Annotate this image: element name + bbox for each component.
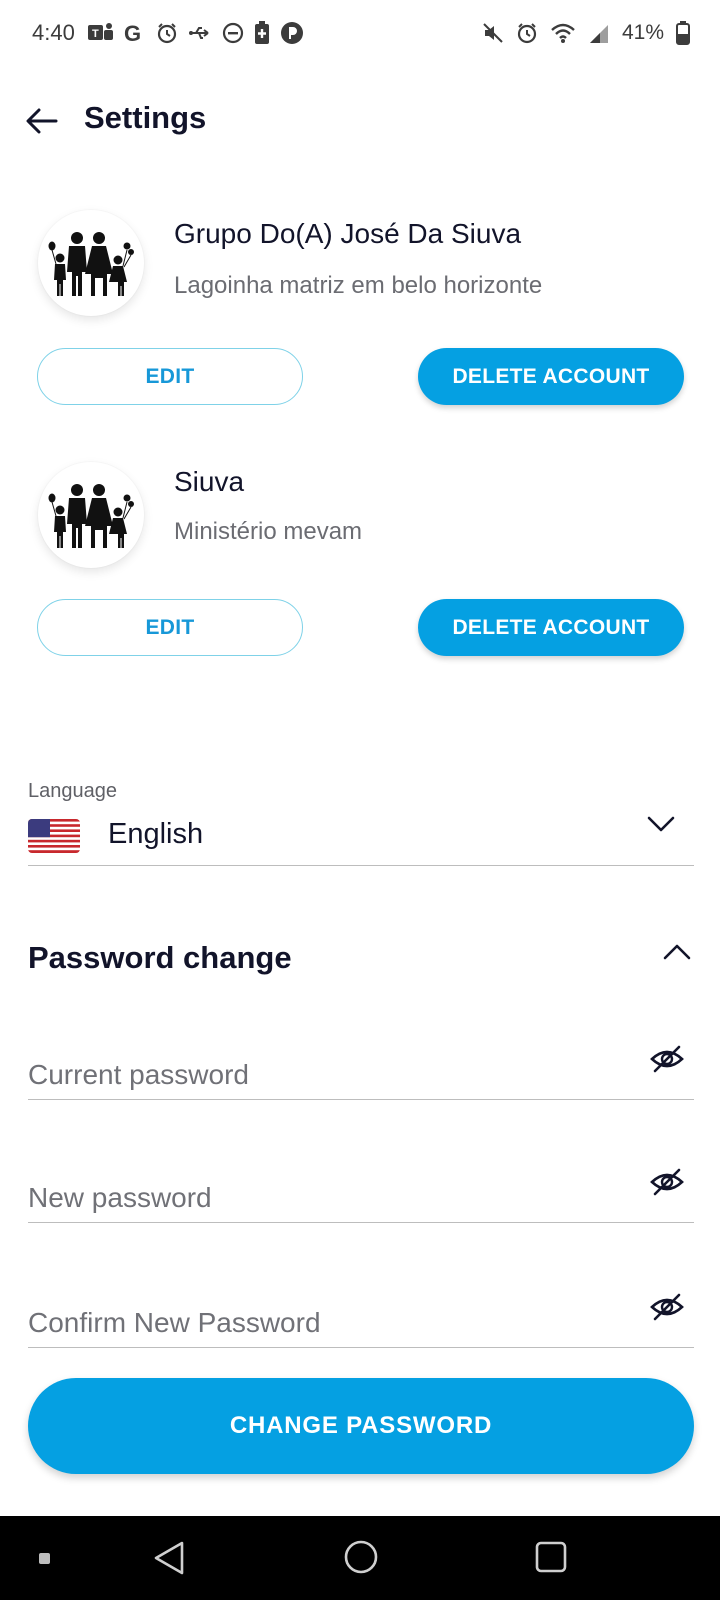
status-time: 4:40 (32, 20, 75, 45)
page-title: Settings (84, 100, 207, 135)
svg-text:T: T (92, 28, 99, 40)
dnd-icon (222, 22, 244, 44)
account-subtitle: Lagoinha matriz em belo horizonte (174, 272, 543, 299)
back-nav-icon[interactable] (152, 1540, 186, 1576)
eye-off-icon[interactable] (650, 1292, 684, 1322)
app-p-icon (281, 22, 303, 44)
delete-account-button[interactable]: DELETE ACCOUNT (418, 599, 684, 656)
language-select[interactable]: English (28, 810, 694, 866)
wifi-icon (551, 23, 575, 43)
usb-icon (189, 27, 209, 39)
language-label: Language (28, 780, 117, 802)
edit-account-button[interactable]: EDIT (37, 599, 303, 656)
chevron-up-icon[interactable] (662, 942, 692, 962)
svg-text:G: G (124, 22, 141, 44)
app-header: Settings (0, 90, 720, 152)
menu-dot-icon[interactable] (38, 1552, 52, 1566)
google-icon: G (124, 22, 141, 44)
edit-account-button[interactable]: EDIT (37, 348, 303, 405)
navigation-bar (0, 1516, 720, 1600)
current-password-input[interactable] (28, 1059, 608, 1091)
family-icon (48, 232, 134, 296)
home-nav-icon[interactable] (342, 1538, 380, 1576)
confirm-password-input[interactable] (28, 1307, 608, 1339)
account-name: Siuva (174, 466, 245, 497)
chevron-down-icon (647, 816, 675, 832)
eye-off-icon[interactable] (650, 1044, 684, 1074)
status-left-icons: T G (88, 20, 304, 46)
arrow-left-icon[interactable] (24, 104, 60, 138)
current-password-field (28, 1034, 694, 1100)
avatar (38, 462, 144, 568)
family-icon (48, 484, 134, 548)
account-subtitle: Ministério mevam (174, 518, 363, 545)
alarm-icon (517, 23, 537, 44)
language-value: English (108, 818, 204, 850)
account-name: Grupo Do(A) José Da Siuva (174, 218, 522, 249)
battery-saver-icon (255, 21, 269, 44)
account-card: Siuva Ministério mevam EDIT DELETE ACCOU… (0, 450, 720, 700)
mute-icon (483, 23, 503, 43)
recents-nav-icon[interactable] (534, 1540, 568, 1574)
account-card: Grupo Do(A) José Da Siuva Lagoinha matri… (0, 200, 720, 450)
battery-percent: 41% (621, 21, 664, 44)
delete-account-button[interactable]: DELETE ACCOUNT (418, 348, 684, 405)
us-flag-icon (28, 819, 80, 853)
confirm-password-field (28, 1282, 694, 1348)
signal-icon (589, 25, 608, 43)
avatar (38, 210, 144, 316)
new-password-input[interactable] (28, 1182, 608, 1214)
new-password-field (28, 1157, 694, 1223)
password-section-title: Password change (28, 940, 292, 975)
status-bar: 4:40 T G 41% (0, 0, 720, 70)
status-right-icons: 41% (482, 20, 690, 46)
battery-icon (676, 21, 690, 45)
teams-icon: T (88, 23, 113, 40)
change-password-button[interactable]: CHANGE PASSWORD (28, 1378, 694, 1474)
alarm-icon (157, 23, 177, 44)
eye-off-icon[interactable] (650, 1167, 684, 1197)
